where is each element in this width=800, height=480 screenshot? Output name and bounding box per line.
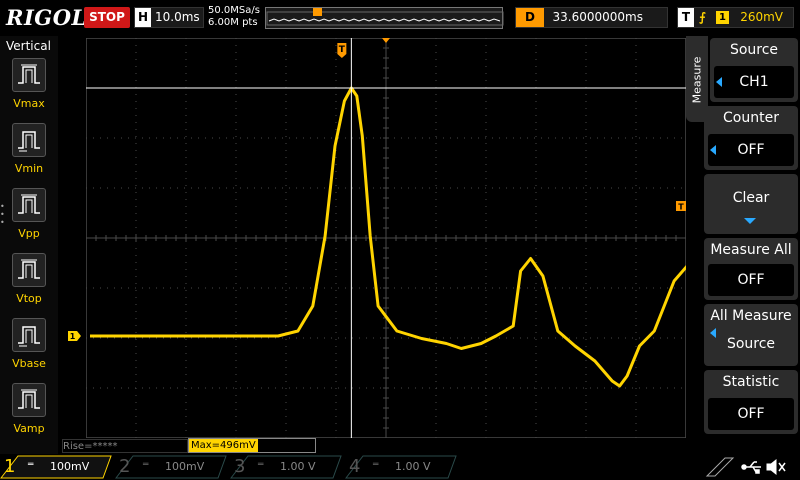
channel-scale: 1.00 V [280,460,316,473]
rising-edge-icon: ⨍ [699,10,706,24]
memory-trigger-marker [313,8,322,16]
menu-clear-button[interactable]: Clear [704,174,798,234]
trigger-position-marker[interactable]: T [337,43,347,58]
dc-coupling-icon: ═ [373,460,379,470]
graticule [86,38,686,438]
channel-scale: 1.00 V [395,460,431,473]
rise-measurement: Rise=***** [62,439,188,453]
measure-vtop-label: Vtop [16,292,42,305]
timebase-value: 10.0ms [155,10,200,24]
measure-vmax-button[interactable] [12,58,46,92]
channel-scale: 100mV [165,460,205,473]
measure-vmin-button[interactable] [12,123,46,157]
waveform-display[interactable]: TT [86,38,686,438]
usb-icon [741,461,761,474]
horizontal-timebase[interactable]: H 10.0ms [134,7,204,28]
menu-statistic-button[interactable]: Statistic OFF [704,370,798,434]
menu-button-label: Counter [723,110,779,126]
max-measurement-value: Max=496mV [189,439,258,452]
chevron-left-icon [710,145,716,155]
dc-coupling-icon: ═ [258,460,264,470]
max-measurement: Max=496mV [188,438,316,453]
menu-button-value: OFF [708,398,794,430]
menu-button-label: All Measure [710,308,792,324]
vmin-icon [18,131,40,152]
sample-rate: 50.0MSa/s [208,5,260,16]
chevron-left-icon [716,77,722,87]
menu-button-value: Source [726,336,776,352]
channel-bar: 1 ═ 100mV 2 ═ 100mV 3 ═ 1.00 V 4 ═ 1.00 V [0,454,800,480]
brand-logo: RIGOL [6,5,87,30]
measure-vamp-button[interactable] [12,383,46,417]
menu-counter-button[interactable]: Counter OFF [704,106,798,170]
channel-1-tab[interactable]: 1 ═ 100mV [0,455,112,479]
measure-tab-label: Measure [690,56,704,104]
vamp-icon [18,389,40,409]
menu-source-button[interactable]: Source CH1 [710,38,798,102]
delay-value: 33.6000000ms [552,10,643,24]
horizontal-label: H [135,8,151,27]
trigger-marker-label: T [339,45,346,55]
scroll-dots-icon: • • • [0,202,5,227]
run-stop-status[interactable]: STOP [84,7,130,28]
measure-vtop-button[interactable] [12,253,46,287]
channel-marker-label: 1 [70,332,76,341]
vbase-icon [18,326,40,347]
channel-number: 4 [349,456,361,477]
memory-overview-strip[interactable] [265,7,504,29]
center-position-marker [382,38,390,43]
channel-1-ground-marker[interactable]: 1 [68,330,82,342]
menu-button-label: Source [729,42,779,58]
delay-setting[interactable]: D 33.6000000ms [515,7,668,28]
vpp-icon [18,194,40,214]
trigger-source: 1 [716,11,729,24]
measure-vmin-label: Vmin [14,162,44,175]
trigger-label: T [678,8,694,27]
dc-coupling-icon: ═ [28,460,34,470]
trigger-level-marker[interactable]: T [676,201,686,212]
menu-button-label: Measure All [710,242,792,258]
channel-number: 2 [119,456,131,477]
memory-overview-graphic [266,8,504,26]
vtop-icon [18,259,40,279]
left-panel-title: Vertical [6,39,51,53]
acquisition-info: 50.0MSa/s 6.00M pts [208,5,260,29]
menu-button-label: Clear [732,190,770,206]
channel-scale: 100mV [50,460,90,473]
trigger-level-marker-label: T [678,203,684,212]
vmax-icon [18,64,40,84]
channel-3-tab[interactable]: 3 ═ 1.00 V [230,455,342,479]
delay-label: D [516,8,544,27]
measure-vpp-button[interactable] [12,188,46,222]
chevron-left-icon [710,328,716,338]
menu-all-measure-button[interactable]: All Measure Source [704,304,798,366]
speaker-muted-icon [766,458,786,476]
trigger-setting[interactable]: T ⨍ 1 260mV [677,7,794,28]
dc-coupling-icon: ═ [143,460,149,470]
memory-depth: 6.00M pts [208,17,258,28]
right-menu-panel: Measure Source CH1 Counter OFF Clear Measure … [686,36,800,454]
channel-4-tab[interactable]: 4 ═ 1.00 V [345,455,457,479]
measure-vbase-label: Vbase [12,357,46,370]
trigger-level: 260mV [740,10,783,24]
measure-vamp-label: Vamp [13,422,45,435]
menu-button-value: OFF [708,134,794,166]
menu-button-label: Statistic [722,374,780,390]
menu-button-value: CH1 [714,66,794,98]
top-status-bar: RIGOL STOP H 10.0ms 50.0MSa/s 6.00M pts D… [0,0,800,36]
left-measure-panel: Vertical • • • Vmax Vmin Vpp Vtop Vbase Vamp [0,36,58,454]
channel-2-tab[interactable]: 2 ═ 100mV [115,455,227,479]
menu-button-value: OFF [708,264,794,296]
channel-number: 3 [234,456,246,477]
measure-vpp-label: Vpp [18,227,40,240]
menu-measure-all-button[interactable]: Measure All OFF [704,238,798,300]
chevron-down-icon [744,218,756,224]
measure-vmax-label: Vmax [13,97,45,110]
status-icons [705,457,786,477]
channel-number: 1 [4,456,16,477]
measure-vbase-button[interactable] [12,318,46,352]
